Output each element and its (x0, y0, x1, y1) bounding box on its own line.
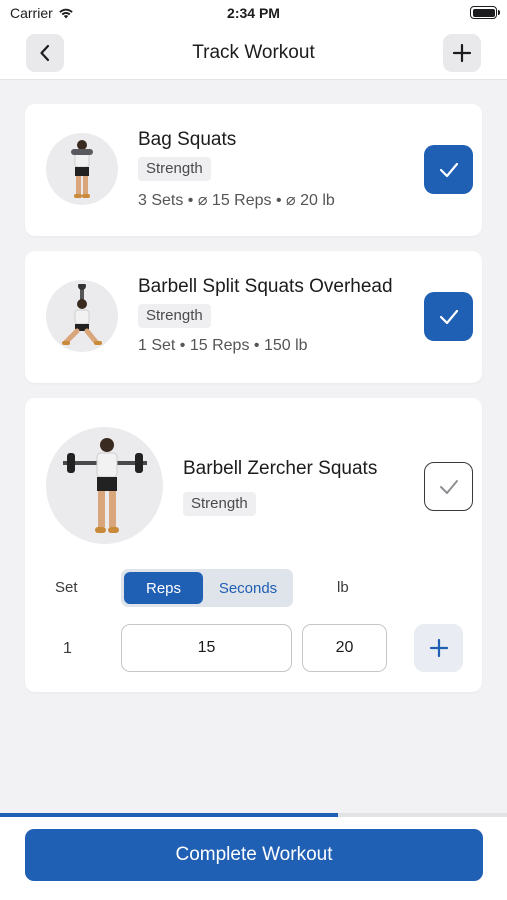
clock: 2:34 PM (227, 5, 280, 21)
mode-segmented-control: Reps Seconds (121, 569, 293, 607)
reps-input[interactable]: 15 (121, 624, 292, 672)
exercise-card[interactable]: Barbell Split Squats Overhead Strength 1… (25, 251, 482, 383)
add-exercise-button[interactable] (443, 34, 481, 72)
navigation-bar: Track Workout (0, 28, 507, 80)
exercise-card[interactable]: Bag Squats Strength 3 Sets • ⌀ 15 Reps •… (25, 104, 482, 236)
category-tag: Strength (138, 157, 211, 181)
page-title: Track Workout (192, 42, 315, 63)
reps-mode-button[interactable]: Reps (124, 572, 203, 604)
complete-workout-button[interactable]: Complete Workout (25, 829, 483, 881)
exercise-thumbnail (46, 280, 118, 352)
exercise-summary: 1 Set • 15 Reps • 150 lb (138, 337, 308, 354)
bottom-bar: Complete Workout (0, 817, 507, 900)
exercise-name: Barbell Zercher Squats (183, 458, 378, 479)
plus-icon (429, 638, 448, 658)
set-column-header: Set (55, 579, 78, 596)
battery-icon (470, 6, 500, 19)
exercise-name: Barbell Split Squats Overhead (138, 276, 393, 297)
exercise-thumbnail (46, 133, 118, 205)
set-number: 1 (63, 640, 72, 657)
complete-checkbox[interactable] (424, 292, 473, 341)
complete-checkbox[interactable] (424, 145, 473, 194)
exercise-summary: 3 Sets • ⌀ 15 Reps • ⌀ 20 lb (138, 192, 335, 209)
checkmark-icon (439, 162, 458, 177)
complete-checkbox[interactable] (424, 462, 473, 511)
plus-icon (452, 43, 472, 63)
category-tag: Strength (183, 492, 256, 516)
seconds-mode-button[interactable]: Seconds (205, 572, 291, 604)
status-bar: Carrier 2:34 PM (0, 0, 507, 28)
checkmark-icon (439, 309, 458, 324)
athlete-figure-icon (62, 284, 102, 345)
category-tag: Strength (138, 304, 211, 328)
add-set-button[interactable] (414, 624, 463, 672)
athlete-figure-icon (71, 140, 93, 198)
exercise-card-expanded[interactable]: Barbell Zercher Squats Strength Set Reps… (25, 398, 482, 692)
checkmark-icon (439, 479, 458, 494)
weight-input[interactable]: 20 (302, 624, 387, 672)
exercise-name: Bag Squats (138, 129, 237, 150)
weight-unit-header: lb (337, 579, 349, 596)
exercise-thumbnail (46, 427, 163, 544)
athlete-figure-icon (62, 437, 147, 533)
